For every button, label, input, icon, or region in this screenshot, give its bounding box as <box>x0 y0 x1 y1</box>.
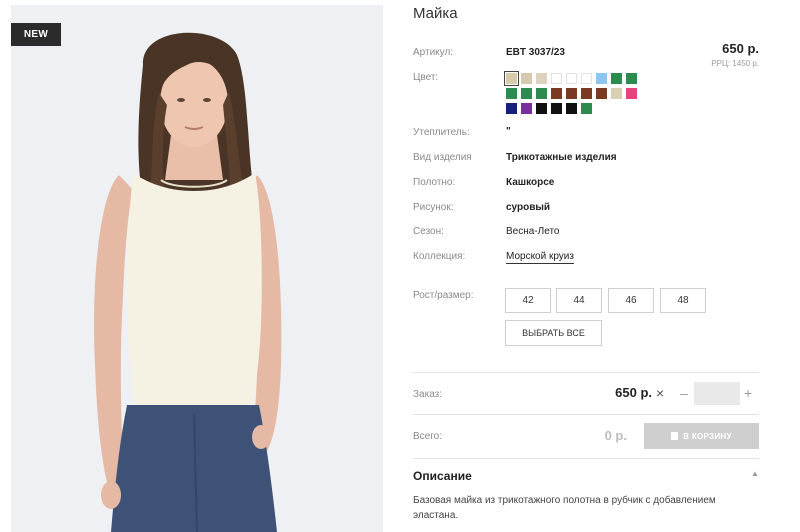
color-label: Цвет: <box>413 72 439 83</box>
collection-label: Коллекция: <box>413 251 466 262</box>
divider <box>413 372 759 373</box>
color-swatch[interactable] <box>581 88 592 99</box>
color-swatch[interactable] <box>521 88 532 99</box>
color-swatch[interactable] <box>596 88 607 99</box>
cart-icon <box>671 432 679 440</box>
color-swatch[interactable] <box>551 73 562 84</box>
article-label: Артикул: <box>413 47 454 58</box>
remove-order-icon[interactable]: × <box>656 386 664 400</box>
color-swatch[interactable] <box>506 88 517 99</box>
color-swatch[interactable] <box>626 88 637 99</box>
select-all-button[interactable]: ВЫБРАТЬ ВСЕ <box>505 320 602 346</box>
color-swatch[interactable] <box>504 71 519 86</box>
size-label: Рост/размер: <box>413 290 474 301</box>
color-swatch[interactable] <box>506 103 517 114</box>
description-text: Базовая майка из трикотажного полотна в … <box>413 495 716 521</box>
product-photo[interactable] <box>11 5 383 532</box>
order-price: 650 р. <box>615 385 652 400</box>
product-price: 650 р. <box>722 41 759 56</box>
divider <box>413 414 759 415</box>
color-swatch[interactable] <box>536 103 547 114</box>
model-illustration <box>11 5 383 532</box>
color-swatch[interactable] <box>551 103 562 114</box>
product-title: Майка <box>413 5 458 22</box>
season-value: Весна-Лето <box>506 226 560 237</box>
color-swatch[interactable] <box>566 88 577 99</box>
color-swatch[interactable] <box>566 103 577 114</box>
color-swatch[interactable] <box>611 73 622 84</box>
color-swatch[interactable] <box>626 73 637 84</box>
order-label: Заказ: <box>413 389 443 400</box>
color-swatch[interactable] <box>521 103 532 114</box>
type-label: Вид изделия <box>413 152 472 163</box>
size-button-44[interactable]: 44 <box>556 288 602 313</box>
new-badge: NEW <box>11 23 61 46</box>
color-swatch[interactable] <box>521 73 532 84</box>
color-swatch[interactable] <box>551 88 562 99</box>
divider <box>413 458 759 459</box>
fabric-label: Полотно: <box>413 177 456 188</box>
collection-link[interactable]: Морской круиз <box>506 251 574 264</box>
color-swatch[interactable] <box>581 103 592 114</box>
size-button-42[interactable]: 42 <box>505 288 551 313</box>
quantity-increase-button[interactable]: + <box>744 385 752 401</box>
season-label: Сезон: <box>413 226 444 237</box>
color-swatch[interactable] <box>566 73 577 84</box>
type-value: Трикотажные изделия <box>506 152 617 163</box>
color-swatch[interactable] <box>596 73 607 84</box>
insulation-value: " <box>506 126 511 137</box>
description-heading[interactable]: Описание <box>413 469 472 483</box>
color-swatch[interactable] <box>611 88 622 99</box>
add-to-cart-label: В КОРЗИНУ <box>683 431 732 441</box>
size-button-46[interactable]: 46 <box>608 288 654 313</box>
recommended-price: РРЦ: 1450 р. <box>711 59 759 68</box>
quantity-input[interactable] <box>694 382 740 405</box>
size-button-48[interactable]: 48 <box>660 288 706 313</box>
pattern-label: Рисунок: <box>413 202 454 213</box>
total-value: 0 р. <box>604 428 627 443</box>
pattern-value: суровый <box>506 202 551 213</box>
article-value: EBT 3037/23 <box>506 47 565 58</box>
color-swatch[interactable] <box>581 73 592 84</box>
collapse-chevron-icon[interactable]: ▲ <box>751 469 759 478</box>
color-swatch[interactable] <box>536 88 547 99</box>
color-swatch[interactable] <box>536 73 547 84</box>
fabric-value: Кашкорсе <box>506 177 555 188</box>
quantity-decrease-button[interactable]: – <box>680 385 688 401</box>
insulation-label: Утеплитель: <box>413 127 470 138</box>
add-to-cart-button[interactable]: В КОРЗИНУ <box>644 423 759 449</box>
total-label: Всего: <box>413 431 442 442</box>
